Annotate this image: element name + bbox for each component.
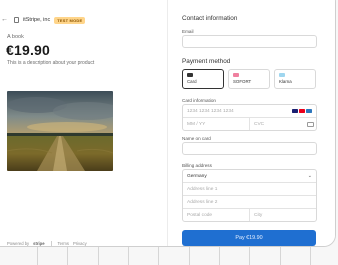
payment-method-label: Card [187, 79, 197, 84]
address-line1-field[interactable]: Address line 1 [183, 183, 316, 196]
email-field[interactable] [182, 35, 317, 48]
address-line2-field[interactable]: Address line 2 [183, 196, 316, 209]
product-name: A book [7, 34, 24, 40]
sofort-icon [233, 73, 239, 77]
address-line2-placeholder: Address line 2 [187, 199, 218, 205]
payment-method-card[interactable]: Card [182, 69, 224, 89]
city-field[interactable]: City [250, 209, 316, 221]
cvc-field[interactable]: CVC [250, 118, 316, 130]
city-placeholder: City [254, 213, 263, 218]
footer: Powered by stripe Terms Privacy [7, 241, 87, 246]
pay-button[interactable]: Pay €19.90 [182, 230, 316, 246]
back-arrow-icon[interactable]: ← [1, 15, 8, 25]
country-select[interactable]: Germany ⌄ [183, 170, 316, 183]
expiry-placeholder: MM / YY [187, 122, 206, 127]
cvc-card-icon [307, 122, 314, 127]
product-price: €19.90 [6, 42, 51, 58]
country-value: Germany [187, 173, 207, 179]
address-line1-placeholder: Address line 1 [187, 186, 218, 192]
expiry-field[interactable]: MM / YY [183, 118, 250, 130]
card-number-field[interactable]: 1234 1234 1234 1234 [183, 105, 316, 118]
payment-method-sofort[interactable]: SOFORT [228, 69, 270, 89]
payment-method-label: SOFORT [233, 79, 252, 84]
merchant-header: ← itStripe, inc TEST MODE [1, 15, 86, 25]
order-summary: ← itStripe, inc TEST MODE A book €19.90 … [0, 0, 168, 246]
card-information-label: Card information [182, 98, 216, 103]
card-expiry-cvc-row: MM / YY CVC [183, 118, 316, 130]
product-image [7, 91, 113, 171]
test-mode-badge: TEST MODE [54, 16, 86, 24]
email-label: Email [182, 29, 194, 34]
card-number-placeholder: 1234 1234 1234 1234 [187, 108, 234, 114]
stripe-logo: stripe [33, 241, 45, 246]
payment-method-klarna[interactable]: Klarna [274, 69, 316, 89]
payment-method-label: Klarna [279, 79, 292, 84]
card-information-group: 1234 1234 1234 1234 MM / YY CVC [182, 104, 317, 131]
billing-address-label: Billing address [182, 163, 212, 168]
chevron-down-icon: ⌄ [307, 173, 312, 179]
privacy-link[interactable]: Privacy [73, 241, 87, 246]
terms-link[interactable]: Terms [58, 241, 69, 246]
merchant-name: itStripe, inc [23, 17, 51, 23]
product-description: This is a description about your product [7, 60, 95, 66]
postal-code-field[interactable]: Postal code [183, 209, 250, 221]
payment-form: Contact information Email Payment method… [168, 0, 335, 246]
postal-code-placeholder: Postal code [187, 213, 213, 218]
name-on-card-field[interactable] [182, 142, 317, 155]
checkout-window: ← itStripe, inc TEST MODE A book €19.90 … [0, 0, 336, 247]
cvc-placeholder: CVC [254, 122, 265, 127]
billing-address-group: Germany ⌄ Address line 1 Address line 2 … [182, 169, 317, 222]
payment-method-heading: Payment method [182, 58, 231, 65]
card-brands-icon [292, 109, 312, 113]
store-icon [14, 17, 19, 23]
klarna-icon [279, 73, 285, 77]
background-grid-lines [0, 247, 338, 265]
contact-heading: Contact information [182, 15, 238, 22]
postal-city-row: Postal code City [183, 209, 316, 221]
card-icon [187, 73, 193, 77]
powered-by-text: Powered by [7, 241, 30, 246]
name-on-card-label: Name on card [182, 136, 211, 141]
